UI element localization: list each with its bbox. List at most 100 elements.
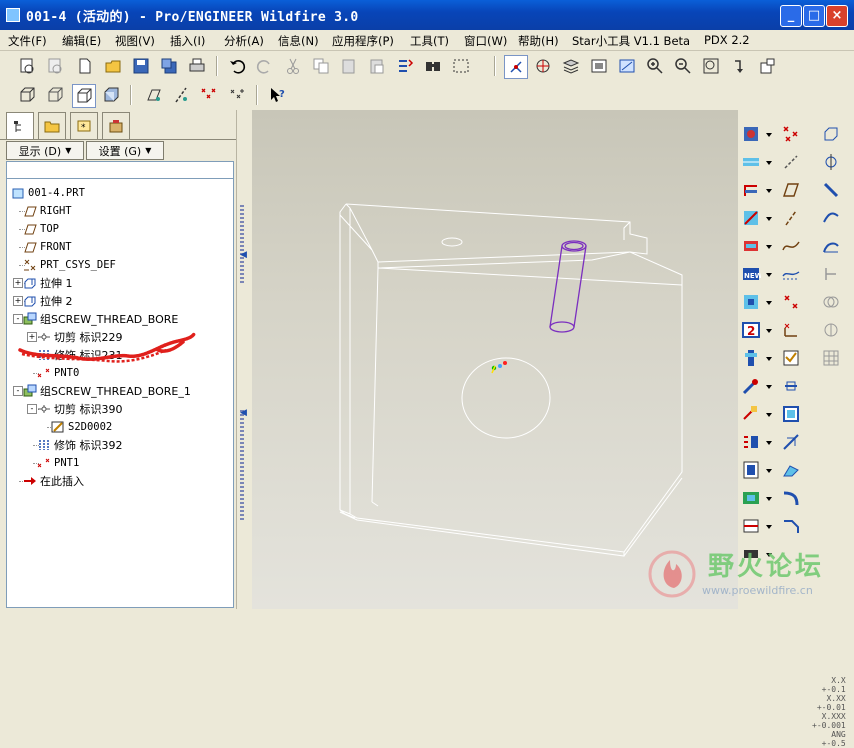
sketched-curve-icon[interactable]	[780, 263, 802, 285]
merge-tool-icon[interactable]	[740, 347, 762, 369]
tree-item[interactable]: 在此插入	[23, 473, 84, 489]
tree-item[interactable]: 组SCREW_THREAD_BORE	[23, 311, 178, 327]
menu-insert[interactable]: 插入(I)	[170, 33, 205, 49]
datum-plane-tool-icon[interactable]	[740, 123, 762, 145]
print-icon[interactable]	[186, 55, 208, 77]
wireframe-icon[interactable]	[16, 84, 38, 106]
shell-tool-icon[interactable]	[740, 179, 762, 201]
expand-toggle[interactable]: -	[27, 404, 37, 414]
project-tool-icon[interactable]	[740, 459, 762, 481]
save-icon[interactable]	[130, 55, 152, 77]
csys-toggle-icon[interactable]	[226, 84, 248, 106]
round-tool-icon[interactable]	[780, 487, 802, 509]
extend-icon[interactable]	[820, 263, 842, 285]
graphics-viewport[interactable]: X.X +-0.1 X.XX +-0.01 X.XXX +-0.001 ANG …	[252, 110, 846, 748]
datum-curve-icon[interactable]	[780, 235, 802, 257]
solidify-tool-icon[interactable]	[740, 487, 762, 509]
tree-item[interactable]: 组SCREW_THREAD_BORE_1	[23, 383, 191, 399]
new-file-icon[interactable]	[74, 55, 96, 77]
flyout-arrow-icon[interactable]	[766, 497, 772, 501]
datum-axis-tool-icon[interactable]	[780, 151, 802, 173]
connections-tab[interactable]	[102, 112, 130, 139]
no-hidden-icon[interactable]	[72, 84, 96, 108]
flyout-arrow-icon[interactable]	[766, 329, 772, 333]
menu-view[interactable]: 视图(V)	[115, 33, 155, 49]
sweep-feature-icon[interactable]	[780, 431, 802, 453]
close-button[interactable]: ×	[826, 5, 848, 27]
flyout-arrow-icon[interactable]	[766, 189, 772, 193]
menu-tools[interactable]: 工具(T)	[410, 33, 449, 49]
view-manager-icon[interactable]	[588, 55, 610, 77]
zoom-out-icon[interactable]	[672, 55, 694, 77]
refit-icon[interactable]	[700, 55, 722, 77]
flyout-arrow-icon[interactable]	[766, 525, 772, 529]
revolve-feature-icon[interactable]	[780, 403, 802, 425]
csys-create-icon[interactable]	[780, 319, 802, 341]
draft-offset-icon[interactable]	[820, 179, 842, 201]
selection-box-icon[interactable]	[450, 55, 472, 77]
datum-point-tool-icon[interactable]	[780, 123, 802, 145]
wrap-icon[interactable]	[820, 319, 842, 341]
layers-icon[interactable]	[560, 55, 582, 77]
hidden-line-icon[interactable]	[44, 84, 66, 106]
new-feature-icon[interactable]: NEW	[740, 263, 762, 285]
paste-special-icon[interactable]	[366, 55, 388, 77]
minimize-button[interactable]: _	[780, 5, 802, 27]
favorites-tab[interactable]: *	[70, 112, 98, 139]
datum-plane-create-icon[interactable]	[780, 179, 802, 201]
spin-center-icon[interactable]	[532, 55, 554, 77]
menu-edit[interactable]: 编辑(E)	[62, 33, 101, 49]
tool-wrench-icon[interactable]	[740, 375, 762, 397]
tree-item[interactable]: 001-4.PRT	[11, 185, 85, 201]
tree-item[interactable]: PNT1	[37, 455, 79, 471]
regenerate-icon[interactable]	[394, 55, 416, 77]
tree-item[interactable]: TOP	[23, 221, 59, 237]
rib-tool-icon[interactable]	[740, 207, 762, 229]
show-dropdown[interactable]: 显示 (D) ▼	[6, 141, 84, 160]
context-help-icon[interactable]: ?	[266, 84, 288, 106]
paste-icon[interactable]	[338, 55, 360, 77]
intersect-icon[interactable]	[820, 291, 842, 313]
grid-icon[interactable]	[820, 347, 842, 369]
flyout-arrow-icon[interactable]	[766, 441, 772, 445]
datum-axis-create-icon[interactable]	[780, 207, 802, 229]
flyout-arrow-icon[interactable]	[766, 217, 772, 221]
undo-icon[interactable]	[226, 55, 248, 77]
menu-help[interactable]: 帮助(H)	[518, 33, 559, 49]
mirror-tool-icon[interactable]: 2	[740, 319, 762, 341]
copy-icon[interactable]	[310, 55, 332, 77]
open-object-icon[interactable]	[16, 55, 38, 77]
flyout-arrow-icon[interactable]	[766, 273, 772, 277]
pattern-array-icon[interactable]	[740, 431, 762, 453]
panel-splitter[interactable]: ◀ ◀	[236, 110, 253, 609]
tree-item[interactable]: FRONT	[23, 239, 72, 255]
flyout-arrow-icon[interactable]	[766, 245, 772, 249]
settings-dropdown[interactable]: 设置 (G) ▼	[86, 141, 164, 160]
menu-window[interactable]: 窗口(W)	[464, 33, 507, 49]
boundary-blend-icon[interactable]	[820, 207, 842, 229]
tree-item[interactable]: PRT_CSYS_DEF	[23, 257, 116, 273]
zoom-in-icon[interactable]	[644, 55, 666, 77]
axis-pattern-icon[interactable]	[820, 151, 842, 173]
saved-views-icon[interactable]	[756, 55, 778, 77]
menu-pdx[interactable]: PDX 2.2	[704, 33, 750, 47]
flyout-arrow-icon[interactable]	[766, 161, 772, 165]
flyout-arrow-icon[interactable]	[766, 301, 772, 305]
tree-item[interactable]: 切剪 标识390	[37, 401, 123, 417]
tree-item[interactable]: 拉伸 1	[23, 275, 73, 291]
shading-icon[interactable]	[100, 84, 122, 106]
repaint-icon[interactable]	[616, 55, 638, 77]
draft-tool-icon[interactable]	[740, 235, 762, 257]
edge-chamfer-icon[interactable]	[820, 123, 842, 145]
flyout-arrow-icon[interactable]	[766, 469, 772, 473]
menu-star-tools[interactable]: Star小工具 V1.1 Beta	[572, 33, 690, 49]
find-icon[interactable]	[422, 55, 444, 77]
reorient-icon[interactable]	[728, 55, 750, 77]
pattern-tool-icon[interactable]	[740, 291, 762, 313]
expand-toggle[interactable]: -	[13, 386, 23, 396]
flyout-arrow-icon[interactable]	[766, 385, 772, 389]
flyout-arrow-icon[interactable]	[766, 133, 772, 137]
disabled-open-icon[interactable]	[44, 55, 66, 77]
datum-axes-toggle-icon[interactable]	[170, 84, 192, 106]
offset-tool-icon[interactable]	[740, 515, 762, 537]
